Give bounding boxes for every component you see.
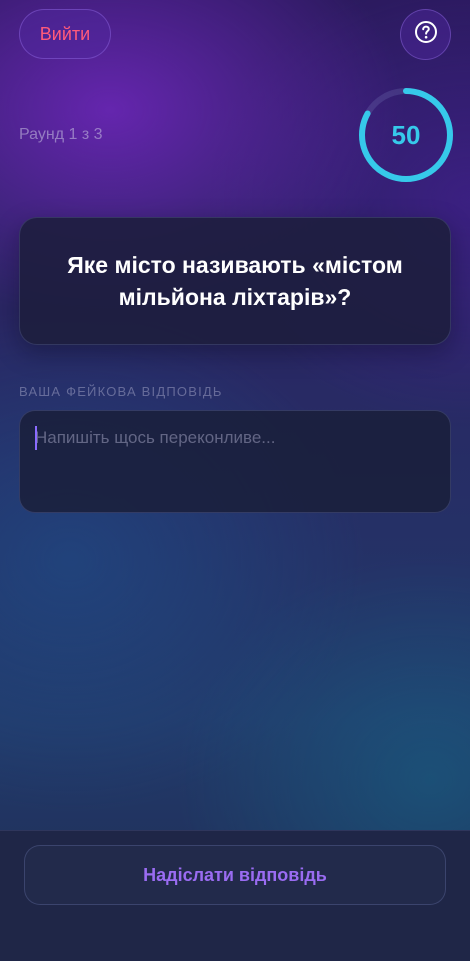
question-text: Яке місто називають «містом мільйона ліх… <box>67 252 403 310</box>
submit-answer-button[interactable]: Надіслати відповідь <box>24 845 446 905</box>
question-circle-icon <box>414 20 438 49</box>
fake-answer-input[interactable] <box>19 410 451 513</box>
help-button[interactable] <box>400 9 451 60</box>
exit-button[interactable]: Вийти <box>19 9 111 59</box>
countdown-timer: 50 <box>357 86 455 184</box>
submit-answer-label: Надіслати відповідь <box>143 864 327 885</box>
exit-button-label: Вийти <box>39 23 91 44</box>
round-indicator: Раунд 1 з 3 <box>19 126 103 143</box>
timer-value: 50 <box>391 119 421 150</box>
answer-field-label: ВАША ФЕЙКОВА ВІДПОВІДЬ <box>19 384 223 399</box>
text-caret <box>35 426 37 450</box>
question-card: Яке місто називають «містом мільйона ліх… <box>19 217 451 345</box>
